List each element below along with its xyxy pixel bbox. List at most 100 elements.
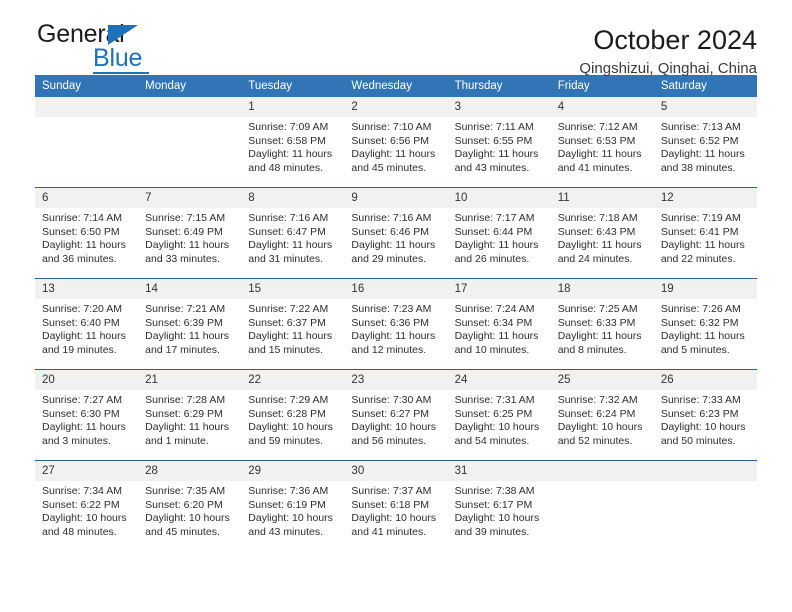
sunrise-text: Sunrise: 7:34 AM [42,485,122,497]
day-number: 27 [35,461,139,481]
sunset-text: Sunset: 6:43 PM [557,225,636,238]
calendar-page: General Blue October 2024 Qingshizui, Qi… [0,0,792,612]
day-sun-details: Sunrise: 7:37 AM Sunset: 6:18 PM Daylight:… [344,481,447,539]
day-sun-details: Sunrise: 7:17 AM Sunset: 6:44 PM Daylight:… [448,208,551,266]
daylight-text: Daylight: 11 hours and 10 minutes. [454,330,539,356]
day-sun-details: Sunrise: 7:25 AM Sunset: 6:33 PM Daylight:… [551,299,654,357]
calendar-day-cell[interactable]: 18 Sunrise: 7:25 AM Sunset: 6:33 PM Dayligh… [550,278,654,370]
daylight-text: Daylight: 11 hours and 45 minutes. [351,148,436,174]
calendar-day-cell[interactable]: 22 Sunrise: 7:29 AM Sunset: 6:28 PM Dayligh… [241,369,345,461]
calendar-day-cell[interactable]: 29 Sunrise: 7:36 AM Sunset: 6:19 PM Dayligh… [241,460,345,551]
calendar-day-cell[interactable]: 28 Sunrise: 7:35 AM Sunset: 6:20 PM Dayligh… [138,460,242,551]
calendar-day-cell[interactable]: 25 Sunrise: 7:32 AM Sunset: 6:24 PM Dayligh… [550,369,654,461]
calendar-week-row: 27 Sunrise: 7:34 AM Sunset: 6:22 PM Dayligh… [35,460,757,551]
calendar-day-cell[interactable]: 13 Sunrise: 7:20 AM Sunset: 6:40 PM Dayligh… [35,278,139,370]
day-sun-details: Sunrise: 7:36 AM Sunset: 6:19 PM Daylight:… [241,481,344,539]
sunrise-text: Sunrise: 7:32 AM [557,394,638,406]
sunrise-text: Sunrise: 7:26 AM [660,303,741,315]
day-sun-details: Sunrise: 7:35 AM Sunset: 6:20 PM Daylight:… [138,481,241,539]
calendar-day-cell[interactable]: 10 Sunrise: 7:17 AM Sunset: 6:44 PM Dayligh… [447,187,551,279]
calendar-day-cell[interactable]: 9 Sunrise: 7:16 AM Sunset: 6:46 PM Daylight… [344,187,448,279]
calendar-day-cell[interactable]: 4 Sunrise: 7:12 AM Sunset: 6:53 PM Daylight… [550,97,654,188]
calendar-day-cell[interactable]: 19 Sunrise: 7:26 AM Sunset: 6:32 PM Dayligh… [653,278,757,370]
sunrise-text: Sunrise: 7:30 AM [351,394,432,406]
day-sun-details: Sunrise: 7:21 AM Sunset: 6:39 PM Daylight:… [138,299,241,357]
day-cell-inner: 13 Sunrise: 7:20 AM Sunset: 6:40 PM Dayligh… [35,279,139,369]
day-number: 24 [447,370,551,390]
calendar-day-cell[interactable]: 15 Sunrise: 7:22 AM Sunset: 6:37 PM Dayligh… [241,278,345,370]
calendar-day-cell[interactable]: 12 Sunrise: 7:19 AM Sunset: 6:41 PM Dayligh… [653,187,757,279]
sunrise-text: Sunrise: 7:17 AM [454,212,535,224]
day-sun-details: Sunrise: 7:27 AM Sunset: 6:30 PM Daylight:… [35,390,138,448]
sunset-text: Sunset: 6:33 PM [557,316,636,329]
daylight-text: Daylight: 11 hours and 8 minutes. [557,330,642,356]
sunset-text: Sunset: 6:29 PM [145,407,223,420]
sunrise-text: Sunrise: 7:21 AM [145,303,226,315]
calendar-day-cell[interactable]: 2 Sunrise: 7:10 AM Sunset: 6:56 PM Daylight… [344,97,448,188]
calendar-day-cell[interactable]: 1 Sunrise: 7:09 AM Sunset: 6:58 PM Daylight… [241,97,345,188]
sunrise-text: Sunrise: 7:15 AM [145,212,226,224]
daylight-text: Daylight: 11 hours and 48 minutes. [248,148,333,174]
calendar-day-cell[interactable]: 6 Sunrise: 7:14 AM Sunset: 6:50 PM Daylight… [35,187,139,279]
calendar-day-cell[interactable]: 17 Sunrise: 7:24 AM Sunset: 6:34 PM Dayligh… [447,278,551,370]
daylight-text: Daylight: 10 hours and 59 minutes. [248,421,333,447]
day-cell-inner: 2 Sunrise: 7:10 AM Sunset: 6:56 PM Daylight… [344,97,448,187]
day-sun-details: Sunrise: 7:26 AM Sunset: 6:32 PM Daylight:… [654,299,757,357]
calendar-day-cell[interactable]: 11 Sunrise: 7:18 AM Sunset: 6:43 PM Dayligh… [550,187,654,279]
day-cell-inner [653,461,757,551]
calendar-day-cell[interactable]: 3 Sunrise: 7:11 AM Sunset: 6:55 PM Daylight… [447,97,551,188]
sunset-text: Sunset: 6:20 PM [145,498,223,511]
day-sun-details: Sunrise: 7:09 AM Sunset: 6:58 PM Daylight:… [241,117,344,175]
title-block: October 2024 Qingshizui, Qinghai, China [579,22,757,80]
day-number: 9 [344,188,448,208]
day-cell-inner: 4 Sunrise: 7:12 AM Sunset: 6:53 PM Daylight… [550,97,654,187]
calendar-week-row: 13 Sunrise: 7:20 AM Sunset: 6:40 PM Dayligh… [35,278,757,370]
calendar-day-cell[interactable]: 27 Sunrise: 7:34 AM Sunset: 6:22 PM Dayligh… [35,460,139,551]
sunset-text: Sunset: 6:49 PM [145,225,223,238]
day-cell-inner: 23 Sunrise: 7:30 AM Sunset: 6:27 PM Dayligh… [344,370,448,460]
calendar-day-cell[interactable]: 20 Sunrise: 7:27 AM Sunset: 6:30 PM Dayligh… [35,369,139,461]
page-header: General Blue October 2024 Qingshizui, Qi… [35,0,757,78]
day-cell-inner: 24 Sunrise: 7:31 AM Sunset: 6:25 PM Dayligh… [447,370,551,460]
calendar-day-cell[interactable]: 5 Sunrise: 7:13 AM Sunset: 6:52 PM Daylight… [653,97,757,188]
day-number: 14 [138,279,242,299]
day-cell-inner: 7 Sunrise: 7:15 AM Sunset: 6:49 PM Daylight… [138,188,242,278]
calendar-day-cell[interactable]: 21 Sunrise: 7:28 AM Sunset: 6:29 PM Dayligh… [138,369,242,461]
day-sun-details: Sunrise: 7:11 AM Sunset: 6:55 PM Daylight:… [448,117,551,175]
calendar-day-cell[interactable]: 14 Sunrise: 7:21 AM Sunset: 6:39 PM Dayligh… [138,278,242,370]
calendar-day-cell[interactable]: 7 Sunrise: 7:15 AM Sunset: 6:49 PM Daylight… [138,187,242,279]
day-cell-inner [550,461,654,551]
day-cell-inner: 15 Sunrise: 7:22 AM Sunset: 6:37 PM Dayligh… [241,279,345,369]
weekday-header-wednesday: Wednesday [344,75,448,97]
day-cell-inner: 31 Sunrise: 7:38 AM Sunset: 6:17 PM Dayligh… [447,461,551,551]
daylight-text: Daylight: 11 hours and 31 minutes. [248,239,333,265]
day-number: 29 [241,461,345,481]
day-cell-inner: 30 Sunrise: 7:37 AM Sunset: 6:18 PM Dayligh… [344,461,448,551]
sunrise-text: Sunrise: 7:11 AM [454,121,534,133]
calendar-week-row: 6 Sunrise: 7:14 AM Sunset: 6:50 PM Daylight… [35,187,757,279]
calendar-day-cell[interactable]: 23 Sunrise: 7:30 AM Sunset: 6:27 PM Dayligh… [344,369,448,461]
day-number: 5 [653,97,757,117]
day-sun-details: Sunrise: 7:10 AM Sunset: 6:56 PM Daylight:… [344,117,447,175]
calendar-day-cell[interactable]: 8 Sunrise: 7:16 AM Sunset: 6:47 PM Daylight… [241,187,345,279]
calendar-day-cell[interactable]: 31 Sunrise: 7:38 AM Sunset: 6:17 PM Dayligh… [447,460,551,551]
logo-triangle-icon [108,25,138,45]
day-number: 22 [241,370,345,390]
sunset-text: Sunset: 6:47 PM [248,225,326,238]
sunset-text: Sunset: 6:30 PM [42,407,120,420]
calendar-day-cell[interactable]: 26 Sunrise: 7:33 AM Sunset: 6:23 PM Dayligh… [653,369,757,461]
sunrise-text: Sunrise: 7:23 AM [351,303,432,315]
daylight-text: Daylight: 10 hours and 54 minutes. [454,421,540,447]
daylight-text: Daylight: 11 hours and 3 minutes. [42,421,126,447]
calendar-day-cell[interactable]: 16 Sunrise: 7:23 AM Sunset: 6:36 PM Dayligh… [344,278,448,370]
calendar-day-cell[interactable]: 24 Sunrise: 7:31 AM Sunset: 6:25 PM Dayligh… [447,369,551,461]
day-sun-details: Sunrise: 7:19 AM Sunset: 6:41 PM Daylight:… [654,208,757,266]
day-number: 7 [138,188,242,208]
weekday-header-monday: Monday [138,75,242,97]
calendar-day-cell[interactable]: 30 Sunrise: 7:37 AM Sunset: 6:18 PM Dayligh… [344,460,448,551]
day-number [653,461,757,481]
day-sun-details: Sunrise: 7:15 AM Sunset: 6:49 PM Daylight:… [138,208,241,266]
sunset-text: Sunset: 6:28 PM [248,407,326,420]
day-number: 12 [653,188,757,208]
sunrise-text: Sunrise: 7:20 AM [42,303,122,315]
